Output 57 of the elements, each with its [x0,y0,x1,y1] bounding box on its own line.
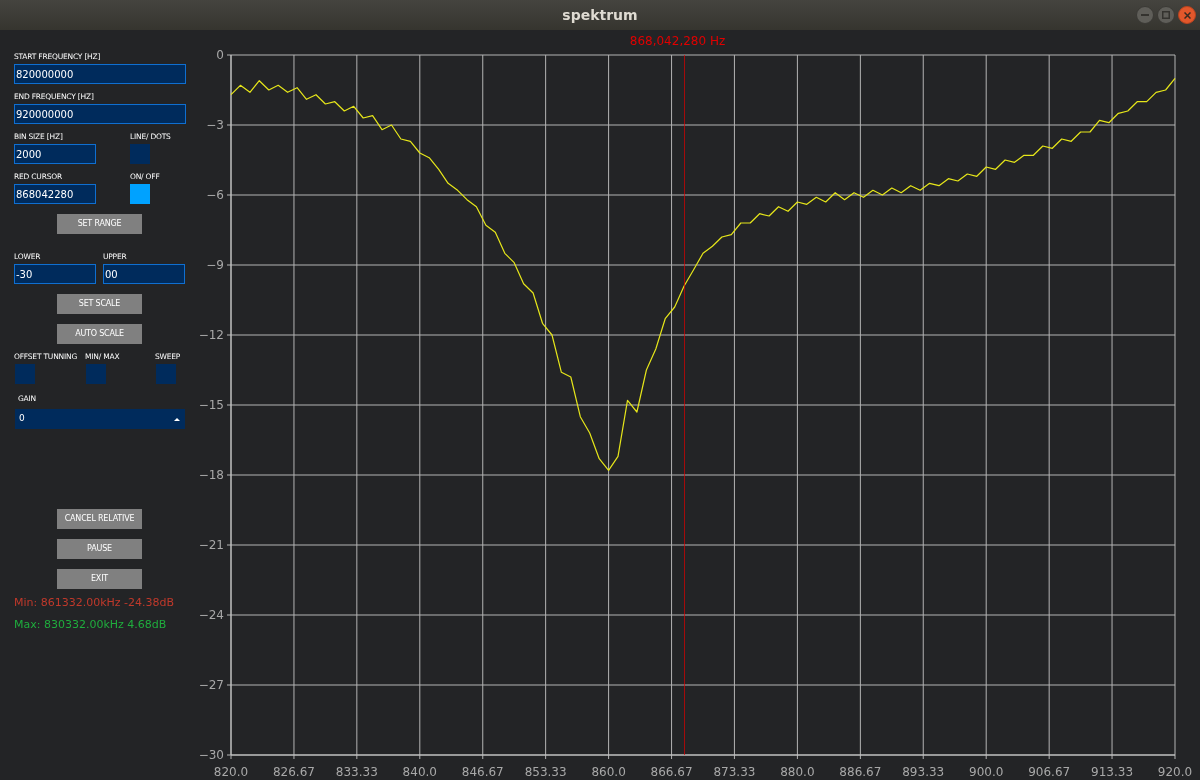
dropdown-value: 0 [19,412,25,426]
y-tick-label: −12 [200,328,224,342]
minimize-button[interactable] [1136,6,1154,24]
y-tick-label: −15 [200,398,224,412]
x-tick-label: 860.0 [591,765,626,779]
x-tick-label: 853.33 [524,765,567,779]
toggle-checkbox[interactable] [130,144,150,164]
gain-dropdown[interactable]: 0 [15,409,185,429]
toggle-checkbox[interactable] [86,364,106,384]
minimize-icon [1141,14,1149,16]
toggle-checkbox[interactable] [156,364,176,384]
y-tick-label: −6 [206,188,224,202]
y-tick-label: −18 [200,468,224,482]
exit-button[interactable]: EXIT [57,569,142,589]
x-tick-label: 920.0 [1157,765,1193,779]
y-tick-label: −21 [200,538,224,552]
input-field[interactable]: -30 [14,264,96,284]
x-tick-label: 833.33 [335,765,378,779]
auto-scale-button[interactable]: AUTO SCALE [57,324,142,344]
input-field[interactable]: 820000000 [14,64,186,84]
x-tick-label: 826.67 [272,765,315,779]
x-tick-label: 893.33 [902,765,945,779]
cursor-frequency-label: 868,042,280 Hz [629,34,726,48]
pause-button[interactable]: PAUSE [57,539,142,559]
x-tick-label: 846.67 [461,765,504,779]
y-tick-label: 0 [216,48,224,62]
caret-up-icon [174,417,180,421]
x-tick-label: 873.33 [713,765,756,779]
x-tick-label: 906.67 [1028,765,1071,779]
input-field[interactable]: 920000000 [14,104,186,124]
max-readout: Max: 830332.00kHz 4.68dB [14,618,167,632]
close-button[interactable] [1178,6,1196,24]
input-field[interactable]: 00 [103,264,185,284]
y-tick-label: −30 [200,748,224,762]
set-range-button[interactable]: SET RANGE [57,214,142,234]
x-tick-label: 866.67 [650,765,693,779]
x-tick-label: 880.0 [780,765,815,779]
maximize-icon [1162,11,1170,19]
y-tick-label: −24 [200,608,224,622]
toggle-checkbox[interactable] [15,364,35,384]
x-tick-label: 820.0 [213,765,249,779]
window-title: spektrum [562,5,638,25]
maximize-button[interactable] [1157,6,1175,24]
y-tick-label: −9 [206,258,224,272]
min-readout: Min: 861332.00kHz -24.38dB [14,596,175,610]
x-tick-label: 913.33 [1091,765,1134,779]
x-tick-label: 900.0 [969,765,1004,779]
input-field[interactable]: 2000 [14,144,96,164]
toggle-checkbox[interactable] [130,184,150,204]
cancel-relative-button[interactable]: CANCEL RELATIVE [57,509,142,529]
x-tick-label: 840.0 [402,765,437,779]
y-tick-label: −3 [206,118,224,132]
input-field[interactable]: 868042280 [14,184,96,204]
close-icon [1183,11,1191,19]
set-scale-button[interactable]: SET SCALE [57,294,142,314]
x-tick-label: 886.67 [839,765,882,779]
y-tick-label: −27 [200,678,224,692]
